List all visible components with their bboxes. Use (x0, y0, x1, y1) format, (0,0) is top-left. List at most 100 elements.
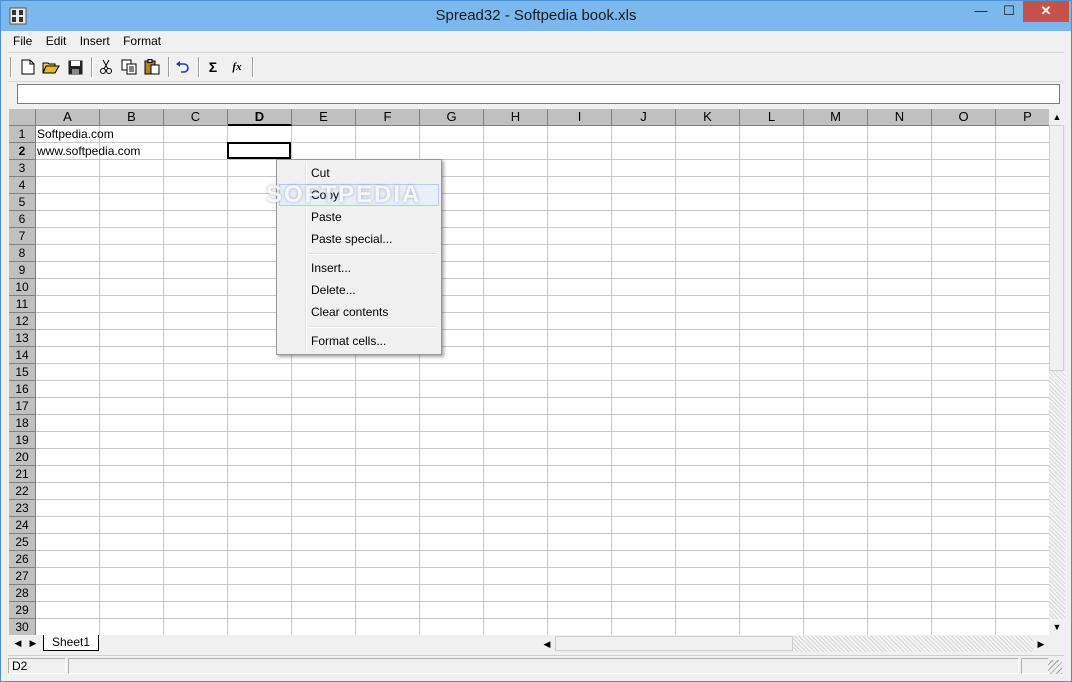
title-bar[interactable]: Spread32 - Softpedia book.xls — ☐ ✕ (1, 1, 1071, 31)
column-header-n[interactable]: N (868, 109, 932, 126)
cell-a2[interactable]: www.softpedia.com (36, 143, 140, 160)
vertical-scroll-track[interactable] (1049, 371, 1065, 619)
row-header-2[interactable]: 2 (9, 143, 36, 160)
row-header-4[interactable]: 4 (9, 177, 36, 194)
row-header-27[interactable]: 27 (9, 568, 36, 585)
minimize-button[interactable]: — (967, 1, 995, 22)
grid-line (36, 499, 1049, 500)
context-menu-item-format-cells[interactable]: Format cells... (279, 330, 439, 352)
menu-insert[interactable]: Insert (75, 32, 115, 51)
context-menu-separator (309, 326, 437, 328)
app-window: Spread32 - Softpedia book.xls — ☐ ✕ File… (0, 0, 1072, 682)
horizontal-scrollbar[interactable]: ◀ ▶ (539, 636, 1049, 652)
column-header-k[interactable]: K (676, 109, 740, 126)
row-header-20[interactable]: 20 (9, 449, 36, 466)
row-header-19[interactable]: 19 (9, 432, 36, 449)
maximize-button[interactable]: ☐ (995, 1, 1023, 22)
column-header-g[interactable]: G (420, 109, 484, 126)
scroll-up-icon[interactable]: ▲ (1049, 109, 1065, 125)
row-header-10[interactable]: 10 (9, 279, 36, 296)
context-menu-item-delete[interactable]: Delete... (279, 279, 439, 301)
column-header-p[interactable]: P (996, 109, 1049, 126)
horizontal-scroll-thumb[interactable] (555, 636, 793, 651)
horizontal-scroll-track[interactable] (793, 636, 1033, 652)
tab-prev-icon[interactable]: ◀ (11, 636, 25, 651)
resize-grip-icon[interactable] (1048, 660, 1062, 674)
row-header-13[interactable]: 13 (9, 330, 36, 347)
column-header-m[interactable]: M (804, 109, 868, 126)
row-header-25[interactable]: 25 (9, 534, 36, 551)
row-header-29[interactable]: 29 (9, 602, 36, 619)
toolbar-divider (8, 81, 1064, 82)
save-icon[interactable] (65, 57, 85, 77)
close-button[interactable]: ✕ (1023, 1, 1069, 22)
vertical-scroll-thumb[interactable] (1049, 125, 1064, 371)
row-header-22[interactable]: 22 (9, 483, 36, 500)
row-header-9[interactable]: 9 (9, 262, 36, 279)
row-header-8[interactable]: 8 (9, 245, 36, 262)
row-header-26[interactable]: 26 (9, 551, 36, 568)
row-header-15[interactable]: 15 (9, 364, 36, 381)
context-menu-item-clear-contents[interactable]: Clear contents (279, 301, 439, 323)
row-header-21[interactable]: 21 (9, 466, 36, 483)
undo-icon[interactable] (172, 57, 192, 77)
tab-next-icon[interactable]: ▶ (26, 636, 40, 651)
vertical-scrollbar[interactable]: ▲ ▼ (1049, 109, 1065, 635)
row-header-3[interactable]: 3 (9, 160, 36, 177)
column-header-o[interactable]: O (932, 109, 996, 126)
row-header-18[interactable]: 18 (9, 415, 36, 432)
context-menu-item-insert[interactable]: Insert... (279, 257, 439, 279)
spreadsheet-grid[interactable]: A B C D E F G H I J K L M N O P 1 2 3 4 5 6 7 8 9 10 11 12 13 14 15 16 1… (9, 109, 1049, 635)
cut-icon[interactable] (96, 57, 116, 77)
column-header-h[interactable]: H (484, 109, 548, 126)
column-header-a[interactable]: A (36, 109, 100, 126)
sum-icon[interactable]: Σ (203, 57, 223, 77)
column-header-f[interactable]: F (356, 109, 420, 126)
context-menu-item-cut[interactable]: Cut (279, 162, 439, 184)
context-menu-item-copy[interactable]: Copy (279, 184, 439, 206)
column-header-e[interactable]: E (292, 109, 356, 126)
grid-line (36, 380, 1049, 381)
row-header-17[interactable]: 17 (9, 398, 36, 415)
select-all-corner[interactable] (9, 109, 36, 126)
sheet-tab[interactable]: Sheet1 (43, 635, 99, 651)
row-header-12[interactable]: 12 (9, 313, 36, 330)
column-header-j[interactable]: J (612, 109, 676, 126)
open-folder-icon[interactable] (41, 57, 61, 77)
row-header-11[interactable]: 11 (9, 296, 36, 313)
row-header-14[interactable]: 14 (9, 347, 36, 364)
context-menu-item-paste[interactable]: Paste (279, 206, 439, 228)
copy-icon[interactable] (119, 57, 139, 77)
grid-line (36, 329, 1049, 330)
scroll-right-icon[interactable]: ▶ (1033, 636, 1049, 652)
scroll-down-icon[interactable]: ▼ (1049, 619, 1065, 635)
context-menu-item-paste-special[interactable]: Paste special... (279, 228, 439, 250)
row-header-1[interactable]: 1 (9, 126, 36, 143)
row-header-6[interactable]: 6 (9, 211, 36, 228)
column-header-i[interactable]: I (548, 109, 612, 126)
row-header-7[interactable]: 7 (9, 228, 36, 245)
column-header-l[interactable]: L (740, 109, 804, 126)
menu-edit[interactable]: Edit (41, 32, 72, 51)
row-header-30[interactable]: 30 (9, 619, 36, 635)
grid-line (36, 431, 1049, 432)
menu-bar: File Edit Insert Format (8, 32, 1064, 51)
menu-format[interactable]: Format (118, 32, 166, 51)
row-header-24[interactable]: 24 (9, 517, 36, 534)
column-header-b[interactable]: B (100, 109, 164, 126)
grid-line (36, 278, 1049, 279)
active-cell[interactable] (227, 142, 291, 159)
scroll-left-icon[interactable]: ◀ (539, 636, 555, 652)
column-header-d[interactable]: D (228, 109, 292, 126)
cell-a1[interactable]: Softpedia.com (36, 126, 114, 143)
function-icon[interactable]: fx (227, 57, 247, 77)
paste-icon[interactable] (142, 57, 162, 77)
formula-input[interactable] (17, 84, 1060, 104)
column-header-c[interactable]: C (164, 109, 228, 126)
row-header-5[interactable]: 5 (9, 194, 36, 211)
row-header-23[interactable]: 23 (9, 500, 36, 517)
row-header-28[interactable]: 28 (9, 585, 36, 602)
row-header-16[interactable]: 16 (9, 381, 36, 398)
new-file-icon[interactable] (18, 57, 38, 77)
menu-file[interactable]: File (8, 32, 37, 51)
